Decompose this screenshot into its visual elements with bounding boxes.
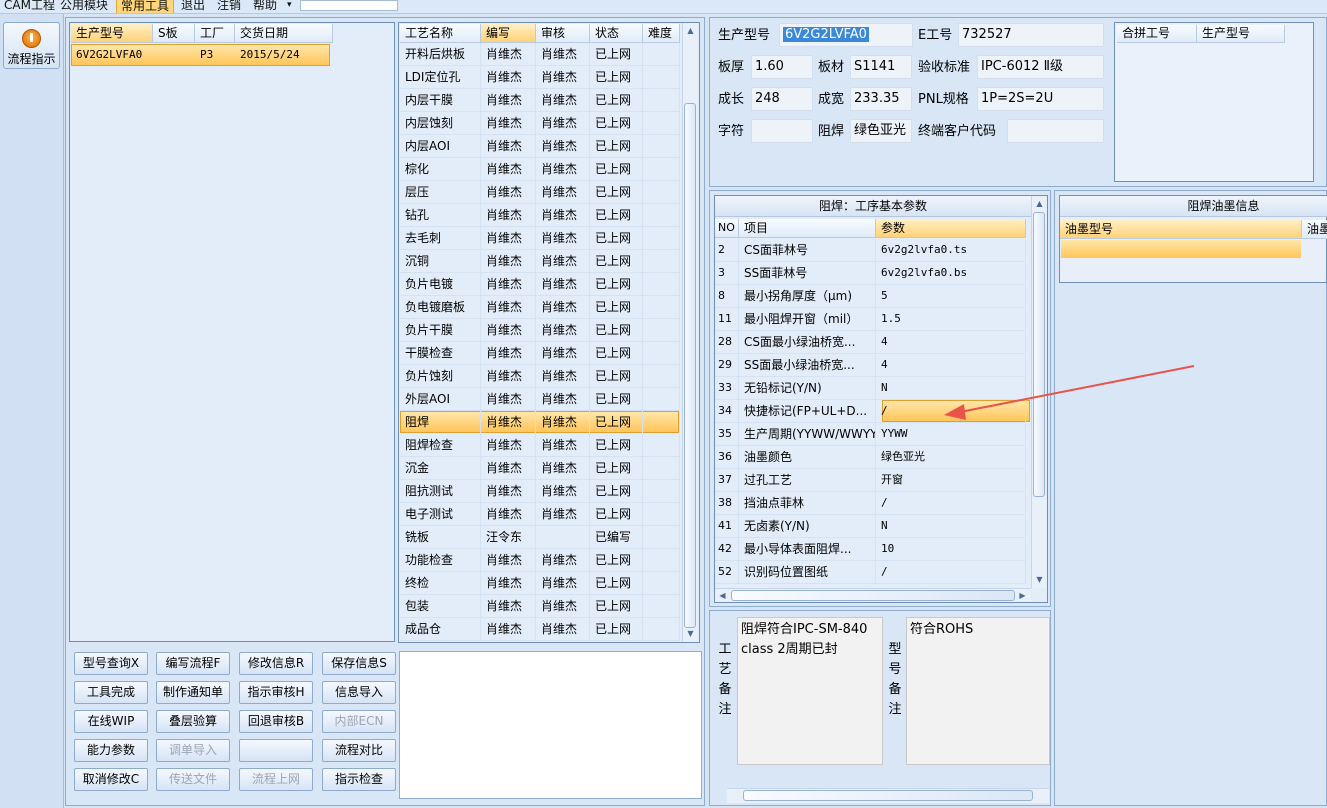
annotation-arrow [944,365,1195,420]
